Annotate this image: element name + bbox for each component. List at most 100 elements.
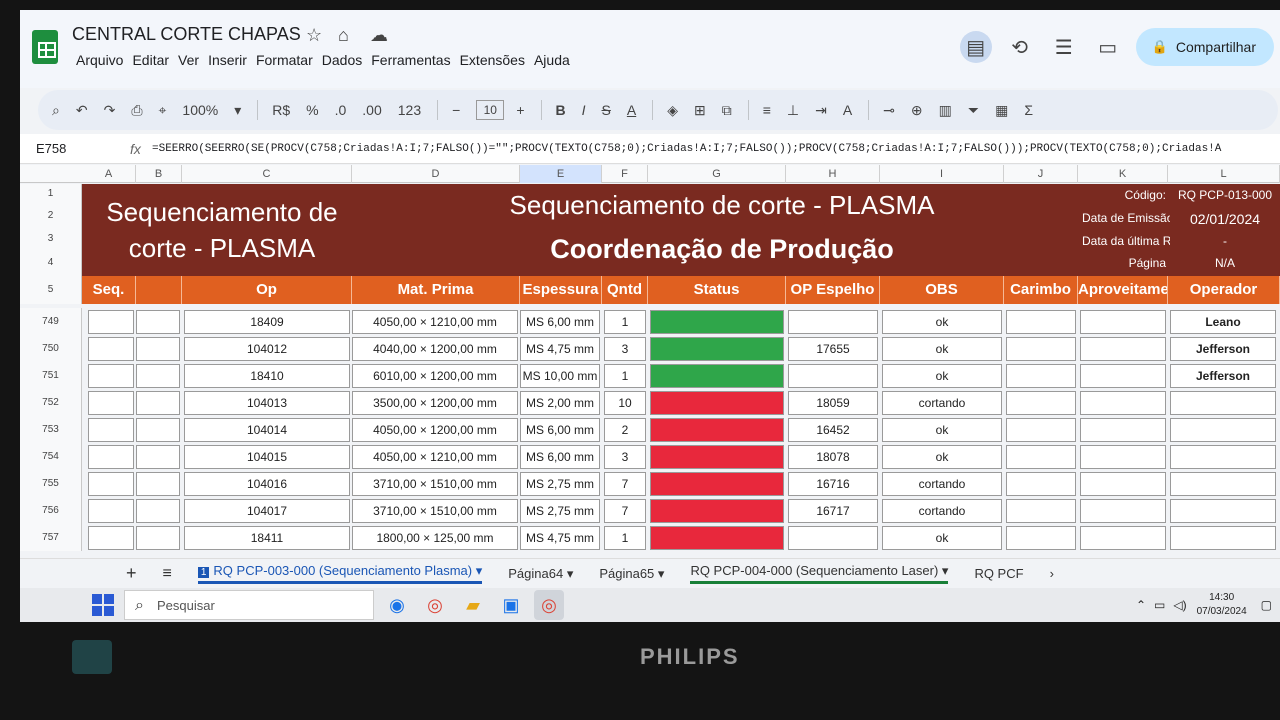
header-espessura[interactable]: Espessura [520,276,602,304]
add-sheet-icon[interactable]: + [126,563,137,584]
cell-obs[interactable]: ok [882,337,1002,361]
cell-op[interactable]: 104012 [184,337,350,361]
horizontal-align-icon[interactable]: ≡ [763,102,771,118]
column-header-e[interactable]: E [520,165,602,183]
row-number[interactable]: 2 [20,204,82,228]
cell-status[interactable] [650,364,784,388]
cell-mat-prima[interactable]: 3500,00 × 1200,00 mm [352,391,518,415]
cell-operador[interactable]: Jefferson [1170,337,1276,361]
column-header-h[interactable]: H [786,165,880,183]
share-button[interactable]: 🔒 Compartilhar [1135,28,1274,66]
store-icon[interactable]: ▣ [496,590,526,620]
text-wrap-icon[interactable]: ⇥ [815,102,827,119]
header-op-espelho[interactable]: OP Espelho [786,276,880,304]
sheet-tab-pagina64[interactable]: Página64 ▾ [508,566,573,582]
cell-op-espelho[interactable] [788,310,878,334]
header-operador[interactable]: Operador [1168,276,1280,304]
network-icon[interactable]: ▭ [1154,598,1165,612]
cell-aproveitamento[interactable] [1080,499,1166,523]
fill-color-icon[interactable]: ◈ [667,102,678,119]
cell-b[interactable] [136,499,180,523]
cloud-status-icon[interactable]: ☁ [370,25,388,46]
cell-b[interactable] [136,364,180,388]
chevron-down-icon[interactable]: ▾ [234,102,241,119]
undo-icon[interactable]: ↶ [76,102,88,119]
font-size-increase-icon[interactable]: + [516,102,524,118]
formula-input[interactable]: =SEERRO(SEERRO(SE(PROCV(C758;Criadas!A:I… [152,143,1280,155]
cell-carimbo[interactable] [1006,337,1076,361]
insert-link-icon[interactable]: ⊸ [883,102,895,119]
functions-icon[interactable]: Σ [1024,102,1033,118]
cell-espessura[interactable]: MS 6,00 mm [520,418,600,442]
row-number[interactable]: 751 [20,362,82,389]
cell-seq[interactable] [88,418,134,442]
column-header-f[interactable]: F [602,165,648,183]
paint-format-icon[interactable]: ⌖ [159,102,167,119]
move-folder-icon[interactable]: ⌂ [338,25,349,46]
cell-qntd[interactable]: 3 [604,337,646,361]
cell-operador[interactable]: Jefferson [1170,364,1276,388]
cell-carimbo[interactable] [1006,499,1076,523]
cell-espessura[interactable]: MS 6,00 mm [520,445,600,469]
scroll-tabs-right-icon[interactable]: › [1050,566,1054,581]
header-qntd[interactable]: Qntd [602,276,648,304]
sheet-tab-laser[interactable]: RQ PCP-004-000 (Sequenciamento Laser) ▾ [690,563,949,584]
cell-op-espelho[interactable]: 18078 [788,445,878,469]
cell-op[interactable]: 104014 [184,418,350,442]
cell-espessura[interactable]: MS 2,75 mm [520,472,600,496]
column-header-a[interactable]: A [82,165,136,183]
cell-op[interactable]: 18411 [184,526,350,550]
cell-carimbo[interactable] [1006,310,1076,334]
cell-obs[interactable]: ok [882,445,1002,469]
column-header-c[interactable]: C [182,165,352,183]
menu-dados[interactable]: Dados [322,52,370,68]
row-number[interactable]: 755 [20,470,82,497]
cell-seq[interactable] [88,310,134,334]
vertical-align-icon[interactable]: ⊥ [787,102,799,119]
cell-seq[interactable] [88,526,134,550]
cell-mat-prima[interactable]: 4050,00 × 1200,00 mm [352,418,518,442]
history-icon[interactable]: ⟲ [1004,31,1036,63]
row-number[interactable]: 3 [20,228,82,250]
font-size-input[interactable]: 10 [476,100,505,120]
cell-op[interactable]: 104015 [184,445,350,469]
percent-format-button[interactable]: % [306,102,318,118]
file-explorer-icon[interactable]: ▰ [458,590,488,620]
sheet-tab-plasma[interactable]: 1 RQ PCP-003-000 (Sequenciamento Plasma) … [197,563,483,584]
cell-op[interactable]: 104013 [184,391,350,415]
borders-icon[interactable]: ⊞ [694,102,706,119]
cell-carimbo[interactable] [1006,364,1076,388]
cell-mat-prima[interactable]: 3710,00 × 1510,00 mm [352,472,518,496]
notifications-icon[interactable]: ▢ [1261,598,1272,612]
cell-b[interactable] [136,310,180,334]
sheet-tab-pagina65[interactable]: Página65 ▾ [599,566,664,582]
cell-aproveitamento[interactable] [1080,337,1166,361]
cell-seq[interactable] [88,499,134,523]
cell-aproveitamento[interactable] [1080,418,1166,442]
cell-obs[interactable]: cortando [882,499,1002,523]
cell-aproveitamento[interactable] [1080,310,1166,334]
cell-aproveitamento[interactable] [1080,391,1166,415]
cell-aproveitamento[interactable] [1080,364,1166,388]
cell-status[interactable] [650,418,784,442]
cell-status[interactable] [650,499,784,523]
bold-button[interactable]: B [556,102,566,118]
cell-carimbo[interactable] [1006,472,1076,496]
cell-mat-prima[interactable]: 4040,00 × 1200,00 mm [352,337,518,361]
cell-status[interactable] [650,391,784,415]
all-sheets-icon[interactable]: ≡ [163,565,172,583]
row-number[interactable]: 1 [20,184,82,204]
cell-qntd[interactable]: 3 [604,445,646,469]
row-number[interactable]: 4 [20,250,82,276]
header-mat-prima[interactable]: Mat. Prima [352,276,520,304]
header-aproveitamento[interactable]: Aproveitamento [1078,276,1168,304]
menu-extensoes[interactable]: Extensões [460,52,533,68]
cell-qntd[interactable]: 2 [604,418,646,442]
cell-operador[interactable] [1170,499,1276,523]
cell-op-espelho[interactable]: 18059 [788,391,878,415]
chrome-icon[interactable]: ◎ [420,590,450,620]
star-icon[interactable]: ☆ [306,25,322,46]
header-obs[interactable]: OBS [880,276,1004,304]
cell-seq[interactable] [88,391,134,415]
cell-obs[interactable]: ok [882,526,1002,550]
